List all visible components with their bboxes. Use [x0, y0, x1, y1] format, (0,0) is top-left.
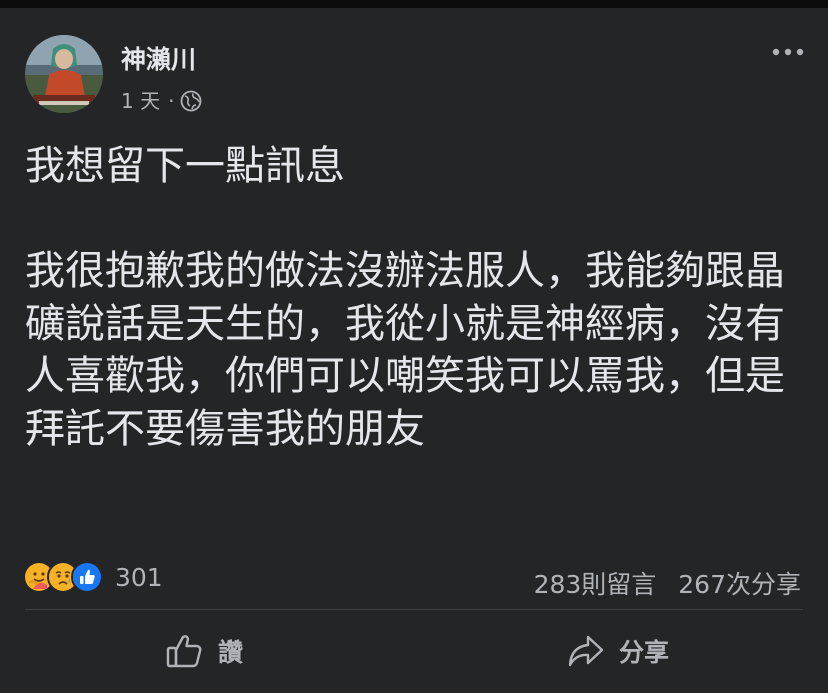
- like-label: 讚: [218, 638, 244, 667]
- share-button[interactable]: 分享: [567, 633, 669, 669]
- meta-separator: ·: [168, 89, 175, 113]
- author-name[interactable]: 神瀨川: [121, 44, 196, 76]
- share-label: 分享: [619, 638, 670, 667]
- like-button[interactable]: 讚: [166, 633, 243, 669]
- globe-icon: [180, 90, 202, 112]
- thumbs-up-icon: [166, 635, 202, 668]
- post-timestamp[interactable]: 1 天: [121, 88, 160, 114]
- like-reaction-icon: [71, 561, 103, 593]
- reactions-summary[interactable]: 301: [23, 561, 163, 593]
- post-text: 我想留下一點訊息 我很抱歉我的做法沒辦法服人，我能夠跟晶礦說話是天生的，我從小就…: [25, 143, 785, 452]
- post-meta: 1 天 ·: [121, 88, 202, 114]
- divider: [25, 609, 803, 610]
- avatar[interactable]: [25, 35, 103, 113]
- share-count[interactable]: 267次分享: [678, 565, 801, 601]
- share-arrow-icon: [568, 635, 604, 667]
- post-stats: 283則留言 267次分享: [534, 565, 801, 601]
- reaction-count: 301: [115, 562, 163, 592]
- comment-count[interactable]: 283則留言: [534, 565, 657, 601]
- post-card: 神瀨川 1 天 · 我想留下一點訊息 我很抱歉我的做法沒辦法服人，我能夠跟晶礦說…: [0, 8, 828, 693]
- more-options-icon[interactable]: [770, 44, 806, 60]
